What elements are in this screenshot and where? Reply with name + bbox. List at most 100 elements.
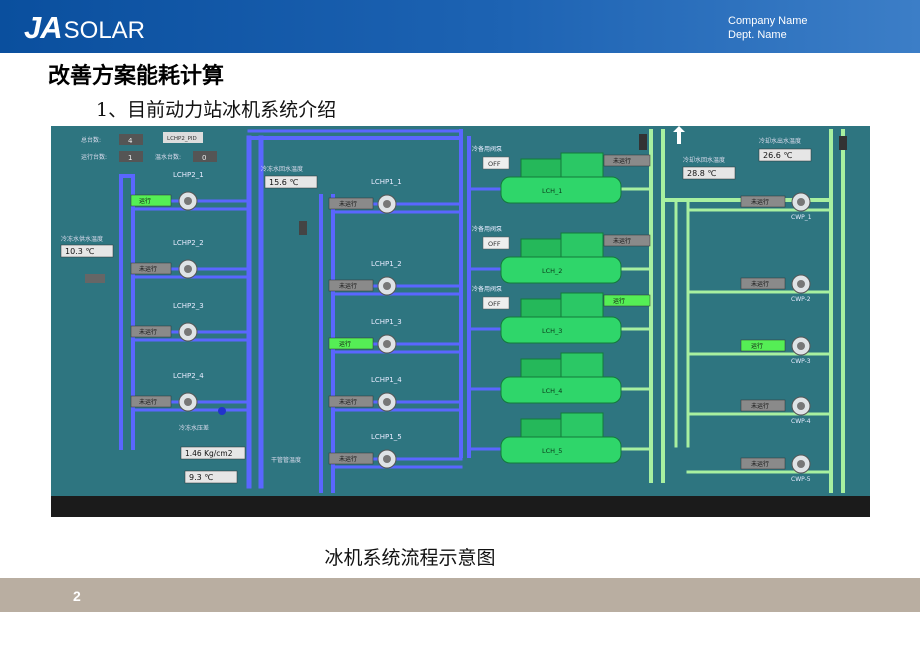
chiller-motor — [560, 152, 604, 178]
pump-name-LCHP1_1: LCHP1_1 — [371, 178, 402, 186]
chiller-name-LCH_4: LCH_4 — [542, 387, 562, 395]
slide-title: 改善方案能耗计算 — [48, 64, 225, 89]
sensor-icon — [299, 221, 307, 235]
chiller-motor — [560, 292, 604, 318]
pump-name-LCHP1_5: LCHP1_5 — [371, 433, 402, 441]
pump-name-LCHP1_2: LCHP1_2 — [371, 260, 402, 268]
chiller-status-text: 运行 — [613, 297, 625, 305]
chiller-motor — [560, 412, 604, 438]
footer-bar — [0, 578, 920, 612]
chiller-status-text: 未运行 — [613, 237, 631, 245]
company-info: Company Name Dept. Name — [728, 14, 807, 42]
pump-name-CWP-2: CWP-2 — [791, 296, 811, 303]
pump-status-text: 未运行 — [339, 398, 357, 406]
total-label: 总台数: — [81, 136, 101, 144]
chiller-status-box — [603, 294, 651, 307]
chiller-name-LCH_3: LCH_3 — [542, 327, 562, 335]
pump-name-LCHP1_4: LCHP1_4 — [371, 376, 402, 384]
chiller-motor — [560, 232, 604, 258]
monitor-bezel — [51, 496, 870, 517]
pump-gear-hub-icon — [383, 455, 391, 463]
logo-ja: JA — [24, 10, 63, 45]
pump-gear-hub-icon — [184, 398, 192, 406]
pump-status-text: 运行 — [139, 197, 151, 205]
cooling-in-value: 28.8 ℃ — [687, 169, 716, 178]
company-name: Company Name — [728, 15, 808, 27]
pump-status-text: 未运行 — [751, 460, 769, 468]
pump-name-LCHP2_2: LCHP2_2 — [173, 239, 204, 247]
cooling-in-label: 冷却水回水温度 — [683, 156, 725, 164]
running-label: 运行台数: — [81, 153, 107, 161]
scada-diagram: LCHP2_1 运行 LCHP2_2 未运行 LCHP2_3 未运行 LCHP2_4 未运行 L… — [51, 126, 870, 517]
valve-off-text: OFF — [488, 160, 501, 168]
chiller-motor — [560, 352, 604, 378]
dry-pipe-label: 干管管温度 — [271, 456, 301, 464]
cold-return-value: 15.6 ℃ — [269, 178, 298, 187]
pump-name-CWP_1: CWP_1 — [791, 214, 812, 221]
standby-value: 0 — [202, 154, 206, 162]
header-bar: JASOLAR Company Name Dept. Name — [0, 0, 920, 53]
valve-label: 冷备用阀泵 — [472, 285, 502, 293]
pump-name-LCHP2_4: LCHP2_4 — [173, 372, 204, 380]
chiller-compressor — [520, 358, 562, 378]
cold-return-label: 冷冻水回水温度 — [261, 165, 303, 173]
cold-supply-label: 冷冻水供水温度 — [61, 235, 103, 243]
pressure-label: 冷冻水压差 — [179, 424, 209, 432]
page-number: 2 — [73, 588, 81, 604]
pump-gear-hub-icon — [184, 328, 192, 336]
pump-name-CWP-5: CWP-5 — [791, 476, 811, 483]
chiller-compressor — [520, 158, 562, 178]
pump-name-LCHP1_3: LCHP1_3 — [371, 318, 402, 326]
pump-status-text: 未运行 — [139, 328, 157, 336]
pump-status-text: 未运行 — [751, 402, 769, 410]
chiller-name-LCH_2: LCH_2 — [542, 267, 562, 275]
running-value: 1 — [128, 154, 132, 162]
dept-name: Dept. Name — [728, 29, 787, 41]
pump-name-LCHP2_3: LCHP2_3 — [173, 302, 204, 310]
pump-status-text: 未运行 — [339, 455, 357, 463]
total-value: 4 — [128, 137, 133, 145]
chiller-name-LCH_5: LCH_5 — [542, 447, 562, 455]
pump-gear-hub-icon — [797, 460, 805, 468]
chiller-compressor — [520, 298, 562, 318]
pump-name-LCHP2_1: LCHP2_1 — [173, 171, 204, 179]
pump-status-text: 运行 — [339, 340, 351, 348]
pump-gear-hub-icon — [383, 200, 391, 208]
pump-status-text: 运行 — [751, 342, 763, 350]
slide-subtitle: 1、目前动力站冰机系统介绍 — [96, 99, 337, 121]
sensor-icon — [839, 136, 847, 150]
logo-solar: SOLAR — [63, 17, 146, 44]
cooling-out-label: 冷却水出水温度 — [759, 137, 801, 145]
valve-label: 冷备用阀泵 — [472, 145, 502, 153]
pump-name-CWP-3: CWP-3 — [791, 358, 811, 365]
sensor-icon — [85, 274, 105, 283]
pump-gear-hub-icon — [797, 198, 805, 206]
scada-screenshot: LCHP2_1 运行 LCHP2_2 未运行 LCHP2_3 未运行 LCHP2_4 未运行 L… — [51, 126, 870, 517]
chiller-compressor — [520, 238, 562, 258]
cooling-out-value: 26.6 ℃ — [763, 151, 792, 160]
pump-gear-hub-icon — [383, 340, 391, 348]
valve-label: 冷备用阀泵 — [472, 225, 502, 233]
pump-gear-hub-icon — [383, 282, 391, 290]
pump-gear-hub-icon — [184, 265, 192, 273]
pump-status-text: 未运行 — [139, 265, 157, 273]
pump-name-CWP-4: CWP-4 — [791, 418, 811, 425]
pressure-value: 1.46 Kg/cm2 — [185, 449, 233, 458]
pump-gear-hub-icon — [797, 280, 805, 288]
company-logo: JASOLAR — [24, 10, 145, 46]
pump-status-text: 未运行 — [139, 398, 157, 406]
sensor-icon — [639, 134, 647, 150]
tag-text: LCHP2_PID — [167, 136, 197, 142]
chiller-status-text: 未运行 — [613, 157, 631, 165]
pump-gear-hub-icon — [797, 342, 805, 350]
pump-status-text: 未运行 — [751, 280, 769, 288]
pump-status-text: 未运行 — [751, 198, 769, 206]
pressure-sensor-icon — [218, 407, 226, 415]
figure-caption: 冰机系统流程示意图 — [324, 547, 496, 569]
standby-label: 温水台数: — [155, 153, 181, 161]
pump-status-text: 未运行 — [339, 200, 357, 208]
chiller-name-LCH_1: LCH_1 — [542, 187, 562, 195]
cold-supply-value: 10.3 ℃ — [65, 247, 94, 256]
chiller-compressor — [520, 418, 562, 438]
pump-status-text: 未运行 — [339, 282, 357, 290]
